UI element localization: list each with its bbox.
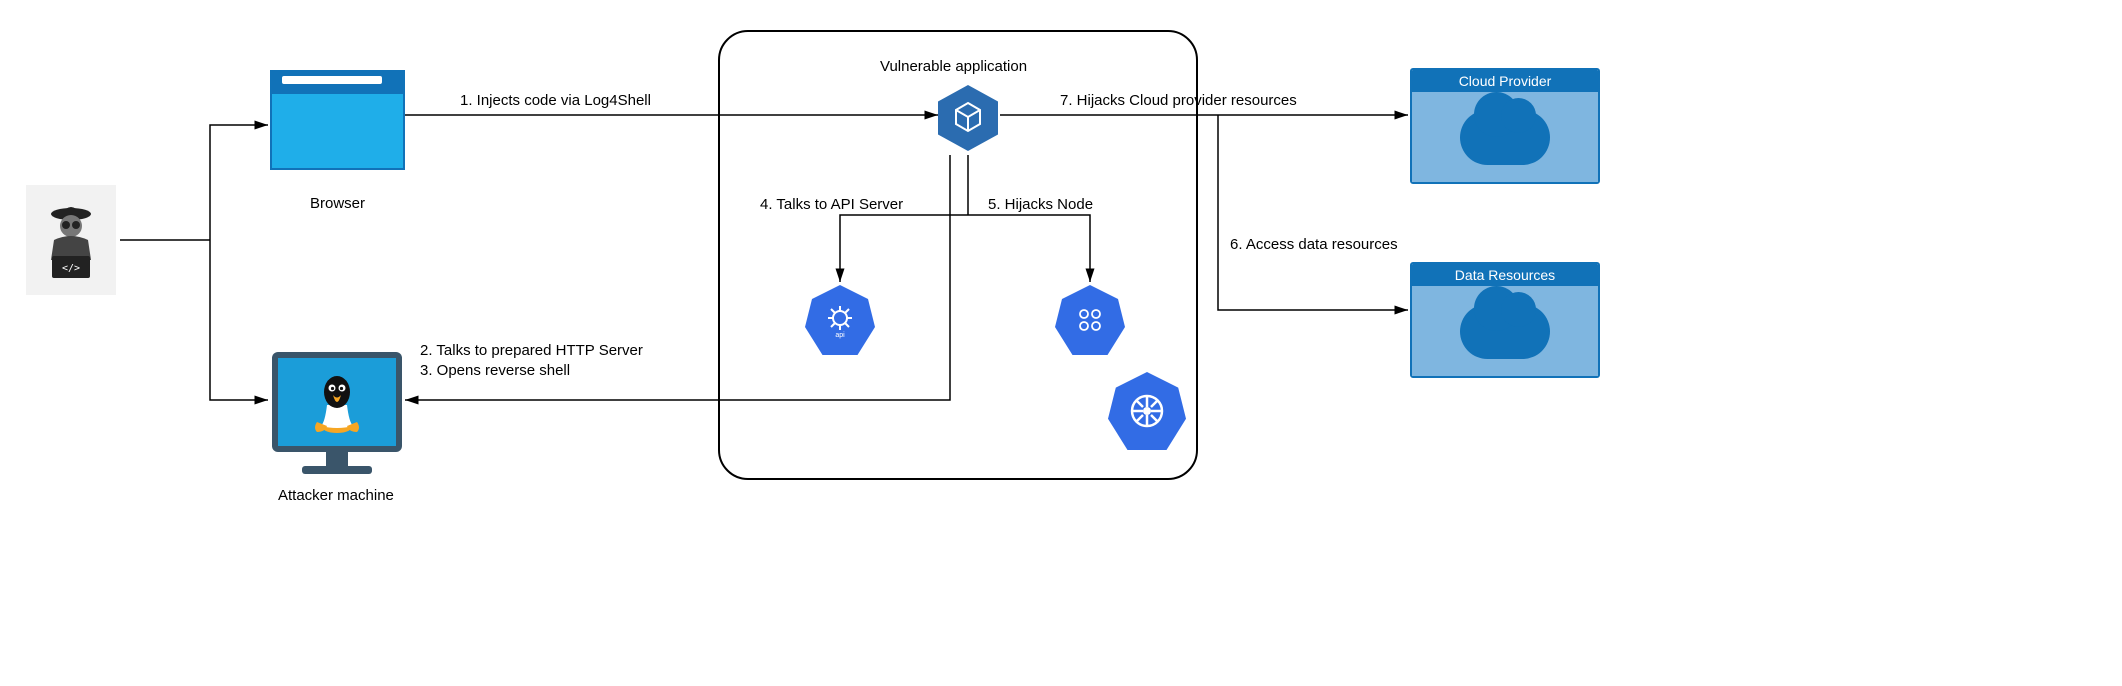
browser-label: Browser — [310, 195, 365, 212]
tux-icon — [307, 370, 367, 435]
cloud-provider-panel: Cloud Provider — [1410, 68, 1600, 184]
edge-label-1: 1. Injects code via Log4Shell — [460, 92, 651, 109]
svg-text:api: api — [835, 332, 845, 339]
edge-label-5: 5. Hijacks Node — [988, 196, 1093, 213]
edge-label-4: 4. Talks to API Server — [760, 196, 903, 213]
vulnerable-app-label: Vulnerable application — [880, 58, 1027, 75]
edge-label-6: 6. Access data resources — [1230, 236, 1398, 253]
edge-label-7: 7. Hijacks Cloud provider resources — [1060, 92, 1297, 109]
k8s-node-icon — [1055, 285, 1125, 355]
cloud-icon — [1460, 110, 1550, 165]
kubernetes-icon — [1108, 372, 1186, 450]
vulnerable-app-icon — [938, 85, 998, 151]
svg-text:</>: </> — [62, 263, 80, 274]
edge-label-3: 3. Opens reverse shell — [420, 362, 570, 379]
cloud-provider-header: Cloud Provider — [1412, 70, 1598, 92]
edge-label-2: 2. Talks to prepared HTTP Server — [420, 342, 643, 359]
cloud-icon — [1460, 304, 1550, 359]
data-resources-panel: Data Resources — [1410, 262, 1600, 378]
browser-node — [270, 70, 405, 170]
attacker-machine-label: Attacker machine — [278, 487, 394, 504]
api-server-icon: api — [805, 285, 875, 355]
monitor-icon — [272, 352, 402, 452]
attacker-machine-node — [272, 352, 402, 452]
hacker-icon: </> — [26, 185, 116, 295]
browser-icon — [270, 70, 405, 170]
data-resources-header: Data Resources — [1412, 264, 1598, 286]
